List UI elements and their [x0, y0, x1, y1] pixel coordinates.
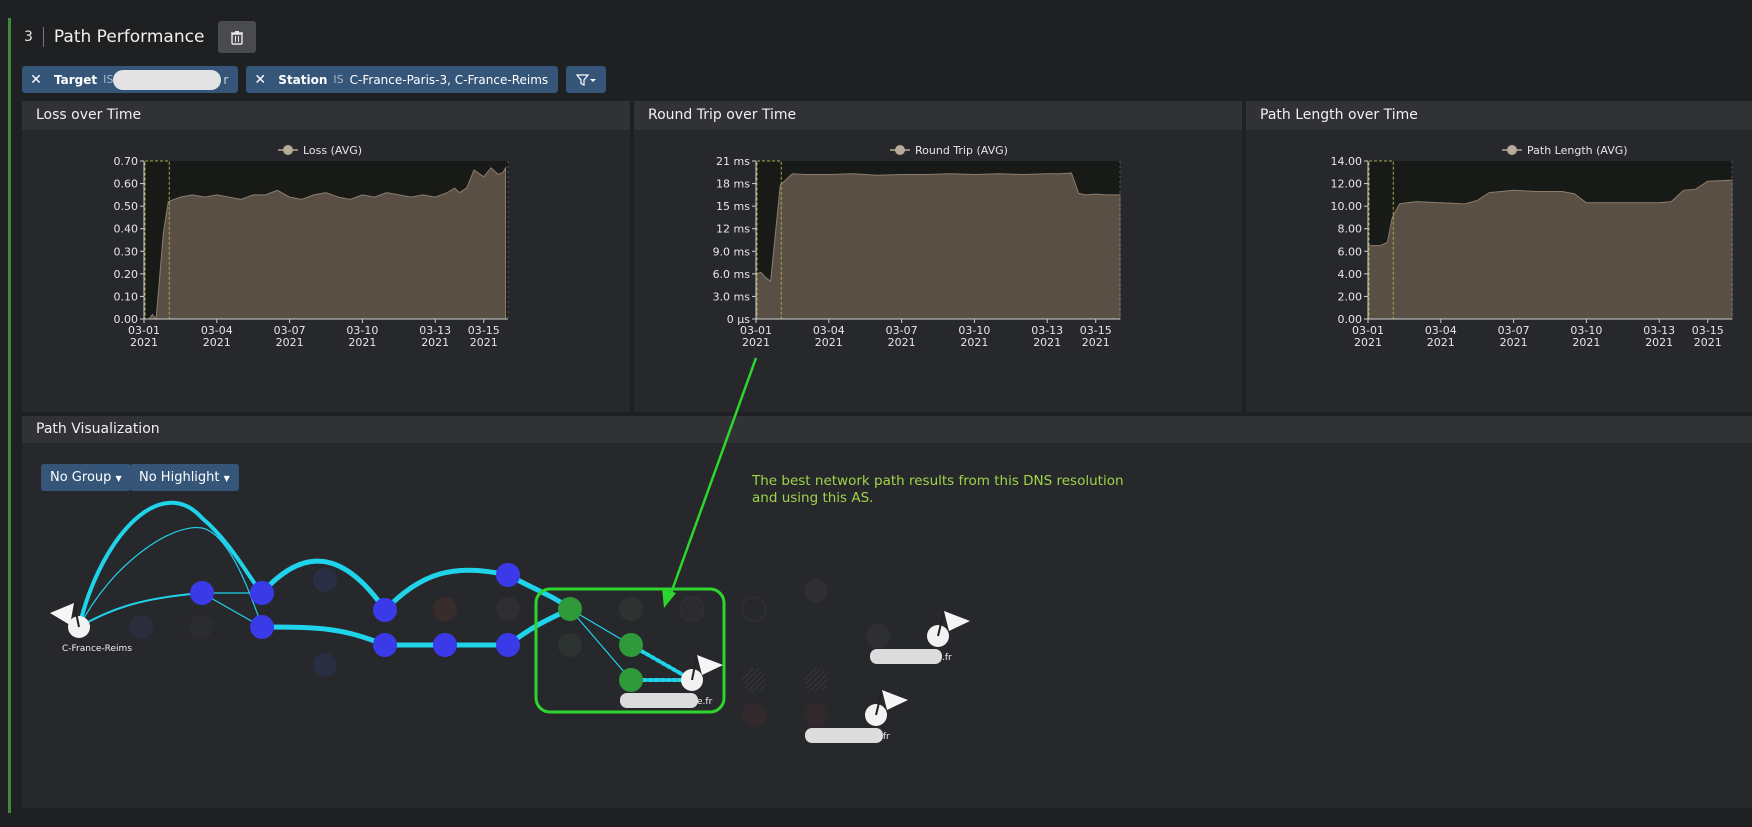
panel-accent-rule	[8, 18, 11, 813]
y-tick-label: 9.0 ms	[713, 245, 751, 258]
legend-label: Round Trip (AVG)	[915, 144, 1008, 157]
y-tick-label: 18 ms	[716, 178, 750, 191]
redacted-label	[805, 728, 883, 743]
y-tick-label: 4.00	[1338, 268, 1363, 281]
x-tick-year: 2021	[1694, 336, 1722, 349]
legend-marker	[1507, 145, 1517, 155]
panel-header: 3 Path Performance	[24, 20, 257, 54]
legend-label: Loss (AVG)	[303, 144, 362, 157]
legend: Round Trip (AVG)	[890, 144, 1008, 157]
y-tick-label: 12.00	[1331, 178, 1363, 191]
y-tick-label: 0.40	[114, 223, 139, 236]
x-tick-year: 2021	[276, 336, 304, 349]
y-tick-label: 2.00	[1338, 290, 1363, 303]
redacted-value	[113, 69, 222, 90]
y-tick-label: 12 ms	[716, 223, 750, 236]
filter-icon	[576, 73, 597, 86]
x-tick-year: 2021	[888, 336, 916, 349]
x-tick-year: 2021	[815, 336, 843, 349]
x-tick-year: 2021	[130, 336, 158, 349]
y-tick-label: 0.30	[114, 245, 139, 258]
x-tick-year: 2021	[1427, 336, 1455, 349]
y-tick-label: 10.00	[1331, 200, 1363, 213]
legend: Path Length (AVG)	[1502, 144, 1628, 157]
y-tick-label: 8.00	[1338, 223, 1363, 236]
y-tick-label: 3.0 ms	[713, 290, 751, 303]
trash-icon	[231, 30, 244, 45]
filter-value: C-France-Paris-3, C-France-Reims	[349, 72, 549, 87]
delete-panel-button[interactable]	[218, 21, 257, 53]
source-label: C-France-Reims	[62, 644, 132, 654]
path-graph[interactable]: C-France-Reims e.fr .fr .fr	[22, 443, 1752, 808]
add-filter-button[interactable]	[566, 66, 607, 93]
x-tick-year: 2021	[1645, 336, 1673, 349]
round-trip-chart-panel: Round Trip over Time Round Trip (AVG) 0 µ…	[634, 101, 1242, 412]
x-tick-year: 2021	[742, 336, 770, 349]
y-tick-label: 15 ms	[716, 200, 750, 213]
x-tick-year: 2021	[960, 336, 988, 349]
destination-label: .fr	[880, 732, 890, 742]
path-length-chart-panel: Path Length over Time Path Length (AVG) 0…	[1246, 101, 1752, 412]
close-icon[interactable]: ✕	[246, 72, 274, 88]
filter-operator: IS	[103, 73, 114, 86]
x-tick-year: 2021	[1500, 336, 1528, 349]
filter-key: Target	[54, 72, 98, 87]
chart-panel-title: Path Length over Time	[1246, 101, 1752, 130]
filter-bar: ✕ Target IS r ✕ Station IS C-France-Pari…	[22, 66, 607, 93]
filter-key: Station	[278, 72, 328, 87]
redacted-label	[620, 693, 698, 708]
destination-node[interactable]	[927, 610, 970, 647]
filter-chip-station[interactable]: ✕ Station IS C-France-Paris-3, C-France-…	[246, 66, 559, 93]
legend-label: Path Length (AVG)	[1527, 144, 1628, 157]
x-tick-year: 2021	[348, 336, 376, 349]
path-length-chart[interactable]: Path Length (AVG)0.002.004.006.008.0010.…	[1246, 130, 1752, 412]
filter-operator: IS	[333, 73, 344, 86]
loss-chart-panel: Loss over Time Loss (AVG) 0.00 0.10 0.20 0.3…	[22, 101, 630, 412]
path-visualization-panel: Path Visualization No Group ▼ No Highlig…	[22, 416, 1752, 808]
x-tick-year: 2021	[1033, 336, 1061, 349]
y-tick-label: 0.20	[114, 268, 139, 281]
panel-number: 3	[24, 27, 44, 47]
y-tick-label: 14.00	[1331, 155, 1363, 168]
x-tick-year: 2021	[1082, 336, 1110, 349]
loss-chart[interactable]: Loss (AVG)0.000.100.200.300.400.500.600.…	[22, 130, 630, 412]
legend-marker	[283, 145, 293, 155]
y-tick-label: 21 ms	[716, 155, 750, 168]
x-tick-year: 2021	[421, 336, 449, 349]
viz-panel-title: Path Visualization	[22, 416, 1752, 443]
y-tick-label: 0.50	[114, 200, 139, 213]
destination-label: e.fr	[697, 697, 713, 707]
filter-chip-target[interactable]: ✕ Target IS r	[22, 66, 239, 93]
x-tick-year: 2021	[470, 336, 498, 349]
legend: Loss (AVG)	[278, 144, 362, 157]
close-icon[interactable]: ✕	[22, 72, 50, 88]
page-title: Path Performance	[53, 27, 205, 47]
y-tick-label: 0.60	[114, 178, 139, 191]
chart-panel-title: Loss over Time	[22, 101, 630, 130]
destination-node[interactable]	[865, 689, 908, 726]
x-tick-year: 2021	[203, 336, 231, 349]
round-trip-chart[interactable]: Round Trip (AVG)0 µs3.0 ms6.0 ms9.0 ms12…	[634, 130, 1242, 412]
redacted-label	[870, 649, 942, 664]
destination-label: .fr	[942, 653, 952, 663]
y-tick-label: 0.70	[114, 155, 139, 168]
chart-panel-title: Round Trip over Time	[634, 101, 1242, 130]
y-tick-label: 6.00	[1338, 245, 1363, 258]
series-area	[755, 172, 1121, 320]
y-tick-label: 0.10	[114, 290, 139, 303]
x-tick-year: 2021	[1572, 336, 1600, 349]
legend-marker	[895, 145, 905, 155]
y-tick-label: 6.0 ms	[713, 268, 751, 281]
destination-node[interactable]	[681, 654, 723, 691]
filter-value-suffix: r	[223, 72, 229, 87]
x-tick-year: 2021	[1354, 336, 1382, 349]
